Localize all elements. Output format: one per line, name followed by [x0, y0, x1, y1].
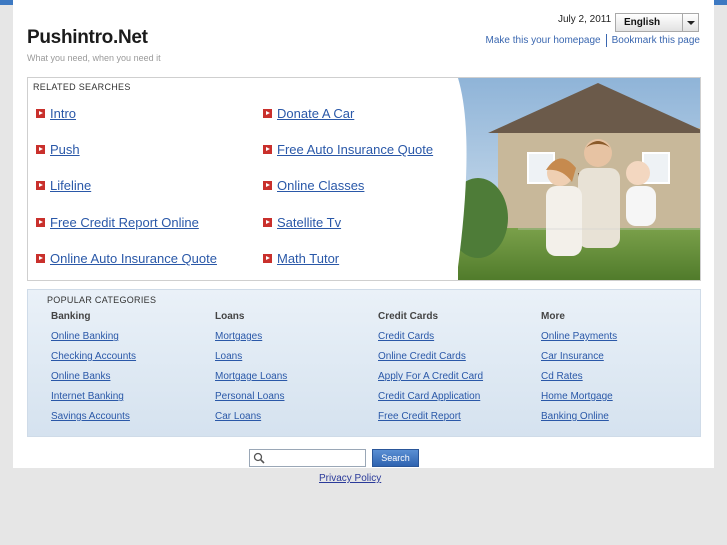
category-title: More: [541, 311, 565, 322]
search-input[interactable]: [249, 449, 366, 467]
category-link[interactable]: Online Credit Cards: [378, 351, 483, 371]
category-column: Credit Cards Credit Cards Online Credit …: [378, 311, 483, 431]
popular-categories-heading: POPULAR CATEGORIES: [47, 295, 157, 305]
category-link[interactable]: Online Banks: [51, 371, 136, 391]
category-column: More Online Payments Car Insurance Cd Ra…: [541, 311, 617, 431]
related-item: Online Auto Insurance Quote: [36, 251, 217, 266]
category-link[interactable]: Free Credit Report: [378, 411, 483, 431]
category-title: Loans: [215, 311, 245, 322]
arrow-bullet-icon: [263, 181, 272, 191]
related-link[interactable]: Online Auto Insurance Quote: [50, 251, 217, 266]
category-link[interactable]: Online Payments: [541, 331, 617, 351]
related-link[interactable]: Free Auto Insurance Quote: [277, 142, 433, 157]
related-link[interactable]: Push: [50, 142, 80, 157]
related-link[interactable]: Free Credit Report Online: [50, 215, 199, 230]
link-divider: [605, 34, 607, 47]
category-link[interactable]: Personal Loans: [215, 391, 287, 411]
related-item: Satellite Tv: [263, 215, 341, 230]
category-link[interactable]: Home Mortgage: [541, 391, 617, 411]
arrow-bullet-icon: [263, 109, 272, 119]
related-item: Lifeline: [36, 178, 91, 193]
category-link[interactable]: Mortgage Loans: [215, 371, 287, 391]
popular-categories-panel: POPULAR CATEGORIES Banking Online Bankin…: [27, 289, 701, 437]
chevron-down-icon[interactable]: [682, 14, 698, 31]
related-link[interactable]: Math Tutor: [277, 251, 339, 266]
related-item: Online Classes: [263, 178, 364, 193]
arrow-bullet-icon: [36, 109, 45, 119]
category-link[interactable]: Checking Accounts: [51, 351, 136, 371]
category-column: Loans Mortgages Loans Mortgage Loans Per…: [215, 311, 287, 431]
site-title[interactable]: Pushintro.Net: [27, 27, 148, 49]
related-link[interactable]: Online Classes: [277, 178, 364, 193]
category-link[interactable]: Banking Online: [541, 411, 617, 431]
category-link[interactable]: Internet Banking: [51, 391, 136, 411]
related-link[interactable]: Donate A Car: [277, 106, 354, 121]
header-links: Make this your homepage Bookmark this pag…: [486, 34, 700, 47]
category-link[interactable]: Mortgages: [215, 331, 287, 351]
arrow-bullet-icon: [36, 145, 45, 155]
related-item: Donate A Car: [263, 106, 354, 121]
family-photo: [458, 78, 700, 280]
related-link[interactable]: Lifeline: [50, 178, 91, 193]
related-item: Intro: [36, 106, 76, 121]
category-link[interactable]: Online Banking: [51, 331, 136, 351]
category-link[interactable]: Credit Cards: [378, 331, 483, 351]
category-link[interactable]: Car Insurance: [541, 351, 617, 371]
category-title: Credit Cards: [378, 311, 439, 322]
related-item: Push: [36, 142, 80, 157]
bookmark-link[interactable]: Bookmark this page: [612, 35, 700, 46]
arrow-bullet-icon: [36, 254, 45, 264]
arrow-bullet-icon: [263, 145, 272, 155]
category-link[interactable]: Car Loans: [215, 411, 287, 431]
related-searches-panel: RELATED SEARCHES Intro Push Lifeline Fre…: [27, 77, 701, 281]
language-selected: English: [624, 17, 661, 28]
site-tagline: What you need, when you need it: [27, 53, 161, 63]
category-title: Banking: [51, 311, 91, 322]
search-button[interactable]: Search: [372, 449, 419, 467]
related-link[interactable]: Satellite Tv: [277, 215, 341, 230]
make-homepage-link[interactable]: Make this your homepage: [486, 35, 601, 46]
page-container: Pushintro.Net What you need, when you ne…: [13, 0, 714, 468]
arrow-bullet-icon: [263, 254, 272, 264]
category-column: Banking Online Banking Checking Accounts…: [51, 311, 136, 431]
category-link[interactable]: Savings Accounts: [51, 411, 136, 431]
language-select[interactable]: English: [615, 13, 699, 32]
related-item: Free Credit Report Online: [36, 215, 199, 230]
related-item: Math Tutor: [263, 251, 339, 266]
category-link[interactable]: Loans: [215, 351, 287, 371]
arrow-bullet-icon: [263, 218, 272, 228]
arrow-bullet-icon: [36, 181, 45, 191]
search-icon: [253, 452, 265, 464]
privacy-policy-link[interactable]: Privacy Policy: [319, 473, 381, 484]
related-item: Free Auto Insurance Quote: [263, 142, 433, 157]
arrow-bullet-icon: [36, 218, 45, 228]
related-link[interactable]: Intro: [50, 106, 76, 121]
related-searches-heading: RELATED SEARCHES: [33, 82, 131, 92]
category-link[interactable]: Apply For A Credit Card: [378, 371, 483, 391]
category-link[interactable]: Credit Card Application: [378, 391, 483, 411]
category-link[interactable]: Cd Rates: [541, 371, 617, 391]
date-display: July 2, 2011: [558, 14, 612, 25]
